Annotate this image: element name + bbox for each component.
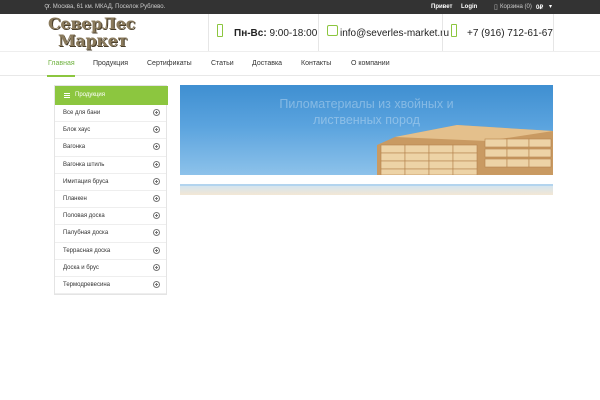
cart-total[interactable]: 0₽: [536, 4, 543, 11]
plus-circle-icon[interactable]: [153, 194, 160, 202]
plus-circle-icon[interactable]: [153, 280, 160, 288]
nav-item-certificates[interactable]: Сертификаты: [147, 60, 192, 67]
mail-icon: [327, 25, 338, 36]
category-label: Термодревесина: [63, 281, 110, 288]
nav-item-products[interactable]: Продукция: [93, 60, 128, 67]
category-label: Блок хаус: [63, 127, 91, 134]
category-item-imitation-timber[interactable]: Имитация бруса: [55, 174, 166, 191]
login-link[interactable]: Login: [461, 4, 477, 10]
site-logo[interactable]: СеверЛес Маркет: [48, 14, 135, 50]
plus-circle-icon[interactable]: [153, 177, 160, 185]
mobile-phone-icon: [451, 24, 457, 37]
plus-circle-icon[interactable]: [153, 126, 160, 134]
lumber-stack-image: [377, 125, 553, 175]
sidebar-header[interactable]: Продукция: [55, 86, 168, 105]
nav-item-delivery[interactable]: Доставка: [252, 60, 282, 67]
sidebar-title: Продукция: [75, 92, 106, 98]
product-sidebar: Продукция Все для бани Блок хаус Вагонка…: [54, 85, 168, 295]
email-link[interactable]: info@severles-market.ru: [340, 28, 449, 39]
category-label: Планкен: [63, 195, 87, 202]
category-list: Все для бани Блок хаус Вагонка Вагонка ш…: [55, 105, 166, 295]
category-item-deck-board[interactable]: Палубная доска: [55, 225, 166, 243]
category-item-lining-shtil[interactable]: Вагонка штиль: [55, 157, 166, 174]
category-label: Половая доска: [63, 213, 105, 220]
nav-active-underline: [47, 75, 75, 77]
nav-item-contacts[interactable]: Контакты: [301, 60, 331, 67]
category-label: Террасная доска: [63, 247, 111, 254]
category-label: Имитация бруса: [63, 178, 109, 185]
plus-circle-icon[interactable]: [153, 143, 160, 151]
category-item-board-and-timber[interactable]: Доска и брус: [55, 260, 166, 277]
address-text: г. Москва, 61 км. МКАД, Поселок Рублево.: [48, 4, 166, 10]
nav-item-about[interactable]: О компании: [351, 60, 390, 67]
nav-item-home[interactable]: Главная: [48, 60, 75, 67]
plus-circle-icon[interactable]: [153, 212, 160, 220]
cart-link[interactable]: Корзина (0): [500, 4, 532, 10]
menu-icon: [64, 93, 70, 98]
hours-value: 9:00-18:00: [269, 28, 318, 39]
category-label: Вагонка штиль: [63, 161, 105, 168]
cart-icon[interactable]: ▯: [494, 3, 498, 11]
working-hours-block: Пн-Вс: 9:00-18:00: [208, 14, 318, 52]
category-item-floor-board[interactable]: Половая доска: [55, 208, 166, 226]
category-label: Палубная доска: [63, 230, 109, 237]
hero-banner[interactable]: Пиломатериалы из хвойных и лиственных по…: [180, 85, 553, 175]
greeting-link[interactable]: Привет: [431, 4, 452, 10]
plus-circle-icon[interactable]: [153, 263, 160, 271]
category-item-lining[interactable]: Вагонка: [55, 139, 166, 157]
top-bar: ⚲ г. Москва, 61 км. МКАД, Поселок Рублев…: [0, 0, 600, 14]
phone-block: +7 (916) 712-61-67: [442, 14, 554, 52]
banner-thumbnail-strip[interactable]: [180, 184, 553, 195]
plus-circle-icon[interactable]: [153, 229, 160, 237]
category-item-block-house[interactable]: Блок хаус: [55, 122, 166, 140]
phone-link[interactable]: +7 (916) 712-61-67: [467, 28, 553, 39]
banner-heading-line-2: лиственных пород: [313, 113, 420, 127]
category-label: Все для бани: [63, 110, 101, 116]
category-item-bath[interactable]: Все для бани: [55, 105, 166, 123]
category-label: Вагонка: [63, 144, 86, 151]
category-item-terrace-board[interactable]: Террасная доска: [55, 243, 166, 260]
chevron-down-icon[interactable]: ▾: [549, 3, 552, 10]
banner-heading-line-1: Пиломатериалы из хвойных и: [279, 97, 454, 111]
category-label: Доска и брус: [63, 264, 99, 271]
logo-line-2: Маркет: [58, 31, 128, 50]
plus-circle-icon[interactable]: [153, 160, 160, 168]
phone-icon: [217, 24, 223, 37]
nav-item-articles[interactable]: Статьи: [211, 60, 234, 67]
category-item-planken[interactable]: Планкен: [55, 191, 166, 209]
plus-circle-icon[interactable]: [153, 109, 160, 116]
hours-label: Пн-Вс:: [234, 28, 267, 39]
site-header: СеверЛес Маркет Пн-Вс: 9:00-18:00 info@s…: [0, 14, 600, 52]
email-block: info@severles-market.ru: [318, 14, 449, 52]
working-hours: Пн-Вс: 9:00-18:00: [234, 28, 317, 39]
plus-circle-icon[interactable]: [153, 246, 160, 254]
main-nav: Главная Продукция Сертификаты Статьи Дос…: [0, 51, 600, 77]
category-item-thermowood[interactable]: Термодревесина: [55, 277, 166, 295]
